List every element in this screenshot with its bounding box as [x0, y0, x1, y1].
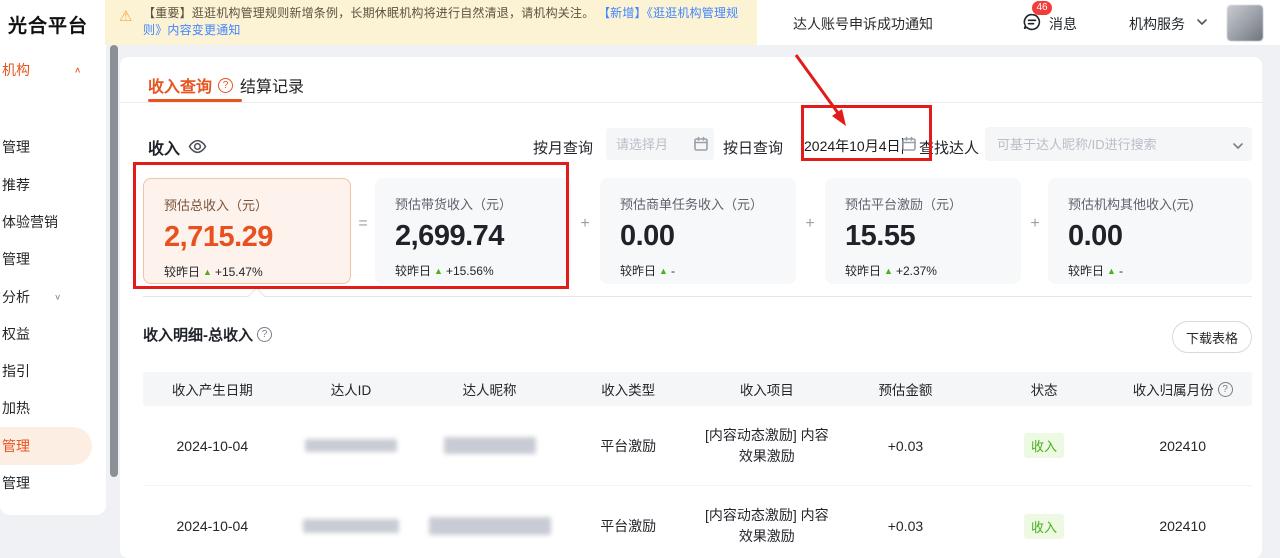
- sidebar-item-quanyi[interactable]: 权益: [0, 315, 100, 353]
- card-pointer-notch: [247, 287, 265, 305]
- table-header: 收入产生日期 达人ID 达人昵称 收入类型 收入项目 预估金额 状态 收入归属月…: [143, 372, 1252, 406]
- sidebar-item-guanli-active[interactable]: 管理: [0, 427, 92, 465]
- operator-plus: +: [800, 215, 820, 233]
- col-expert-nickname: 达人昵称: [420, 379, 559, 399]
- status-badge: 收入: [1024, 433, 1064, 458]
- redacted-expert-nickname: [420, 517, 559, 535]
- find-expert-label: 查找达人: [919, 137, 979, 158]
- delta-up-icon: ▲: [203, 267, 212, 277]
- month-query-label: 按月查询: [533, 137, 593, 158]
- main-panel: 收入查询 ? 结算记录 收入 按月查询 按日查询 2024年10月4日 查找达人: [120, 57, 1262, 558]
- download-table-button[interactable]: 下载表格: [1172, 321, 1252, 353]
- sidebar-item-tiyan-yingxiao[interactable]: 体验营销: [0, 203, 100, 241]
- redacted-expert-nickname: [420, 437, 559, 454]
- avatar[interactable]: [1227, 5, 1263, 41]
- help-icon[interactable]: ?: [218, 78, 233, 93]
- stat-card-task-income: 预估商单任务收入（元） 0.00 较昨日▲-: [600, 178, 796, 284]
- stat-value: 0.00: [620, 220, 776, 253]
- service-menu[interactable]: 机构服务: [1129, 14, 1185, 34]
- operator-equals: =: [353, 215, 373, 233]
- sidebar-item-jigou[interactable]: 机构 ∧: [0, 51, 100, 89]
- col-expert-id: 达人ID: [282, 379, 421, 399]
- redacted-expert-id: [282, 519, 421, 533]
- status-badge: 收入: [1024, 514, 1064, 539]
- col-income-type: 收入类型: [559, 379, 698, 399]
- sidebar-scrollbar[interactable]: [110, 45, 118, 477]
- eye-icon[interactable]: [188, 137, 207, 156]
- sidebar-item-tuijian[interactable]: 推荐: [0, 166, 100, 204]
- appeal-notification[interactable]: 达人账号申诉成功通知: [793, 14, 933, 34]
- tab-settlement-records[interactable]: 结算记录: [240, 72, 304, 98]
- day-query-label: 按日查询: [723, 137, 783, 158]
- sidebar-item-guanli-1[interactable]: 管理: [0, 128, 100, 166]
- sidebar: 机构 ∧ 管理 推荐 体验营销 管理 分析 ∨ 权益 指引 加热 管理 管理: [0, 45, 106, 515]
- col-estimated-amount: 预估金额: [836, 379, 975, 399]
- sidebar-item-fenxi[interactable]: 分析 ∨: [0, 278, 100, 316]
- sidebar-item-jiare[interactable]: 加热: [0, 389, 100, 427]
- chevron-down-icon: ∨: [54, 293, 61, 302]
- calendar-icon[interactable]: [693, 136, 709, 152]
- divider: [143, 296, 1252, 297]
- sidebar-item-guanli-3[interactable]: 管理: [0, 464, 100, 502]
- chevron-down-icon[interactable]: [1232, 139, 1244, 151]
- stat-card-platform-incentive: 预估平台激励（元） 15.55 较昨日▲+2.37%: [825, 178, 1021, 284]
- stat-value: 15.55: [845, 220, 1001, 253]
- operator-plus: +: [1025, 215, 1045, 233]
- message-icon[interactable]: [1022, 12, 1042, 32]
- stat-value: 2,699.74: [395, 220, 551, 253]
- col-income-date: 收入产生日期: [143, 379, 282, 399]
- notice-text: 【重要】逛逛机构管理规则新增条例，长期休眠机构将进行自然清退，请机构关注。 【新…: [143, 5, 747, 39]
- divider: [120, 102, 1262, 103]
- chevron-up-icon: ∧: [74, 66, 81, 75]
- detail-section-title: 收入明细-总收入 ?: [143, 324, 272, 345]
- app-logo: 光合平台: [8, 11, 88, 38]
- col-status: 状态: [975, 379, 1114, 399]
- chevron-down-icon: [1196, 15, 1208, 27]
- col-income-project: 收入项目: [698, 379, 837, 399]
- message-badge: 46: [1032, 1, 1052, 15]
- stat-value: 0.00: [1068, 220, 1232, 253]
- sidebar-item-guanli-2[interactable]: 管理: [0, 240, 100, 278]
- delta-up-icon: ▲: [1107, 266, 1116, 276]
- delta-up-icon: ▲: [884, 266, 893, 276]
- delta-up-icon: ▲: [659, 266, 668, 276]
- stat-card-ecommerce-income: 预估带货收入（元） 2,699.74 较昨日▲+15.56%: [375, 178, 571, 284]
- table-row: 2024-10-04 平台激励 [内容动态激励] 内容效果激励 +0.03 收入…: [143, 406, 1252, 486]
- tab-income-query[interactable]: 收入查询 ?: [148, 72, 233, 98]
- income-section-label: 收入: [148, 135, 180, 159]
- calendar-icon[interactable]: [901, 136, 917, 152]
- col-income-month: 收入归属月份 ?: [1113, 379, 1252, 399]
- sidebar-item-zhiyin[interactable]: 指引: [0, 352, 100, 390]
- stat-card-other-income: 预估机构其他收入(元) 0.00 较昨日▲-: [1048, 178, 1252, 284]
- redacted-expert-id: [282, 439, 421, 452]
- stat-value: 2,715.29: [164, 221, 330, 254]
- stat-card-total-income: 预估总收入（元） 2,715.29 较昨日▲+15.47%: [143, 178, 351, 284]
- table-row: 2024-10-04 平台激励 [内容动态激励] 内容效果激励 +0.03 收入…: [143, 486, 1252, 558]
- notice-banner: ⚠ 【重要】逛逛机构管理规则新增条例，长期休眠机构将进行自然清退，请机构关注。 …: [105, 0, 757, 45]
- notice-important-text: 【重要】逛逛机构管理规则新增条例，长期休眠机构将进行自然清退，请机构关注。: [143, 6, 594, 20]
- delta-up-icon: ▲: [434, 266, 443, 276]
- message-label[interactable]: 消息: [1049, 14, 1077, 34]
- topbar: 光合平台 ⚠ 【重要】逛逛机构管理规则新增条例，长期休眠机构将进行自然清退，请机…: [0, 0, 1280, 45]
- warning-icon: ⚠: [119, 7, 132, 25]
- day-picker-input[interactable]: 2024年10月4日: [804, 136, 903, 156]
- help-icon[interactable]: ?: [1218, 382, 1233, 397]
- help-icon[interactable]: ?: [257, 327, 272, 342]
- operator-plus: +: [575, 215, 595, 233]
- expert-search-input[interactable]: [985, 127, 1252, 161]
